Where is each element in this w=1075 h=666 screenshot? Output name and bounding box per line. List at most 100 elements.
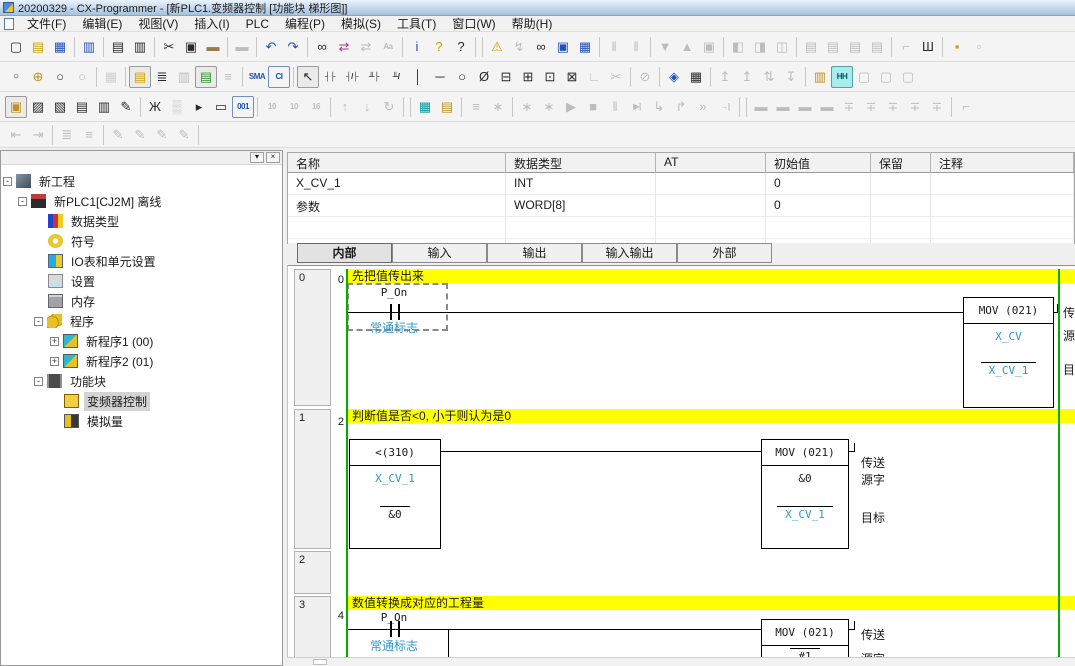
tree-item-symbols[interactable]: 符号 xyxy=(1,231,282,251)
undo-icon[interactable]: ↶ xyxy=(260,36,282,58)
print-icon[interactable]: ▤ xyxy=(107,36,129,58)
or-contact-no-icon[interactable]: ╨├ xyxy=(363,66,385,88)
menu-view[interactable]: 视图(V) xyxy=(130,15,186,32)
ci-icon[interactable]: CI xyxy=(268,66,290,88)
tree-expander[interactable]: - xyxy=(34,377,43,386)
menu-plc[interactable]: PLC xyxy=(238,17,277,31)
symbols-window-icon[interactable]: ▤ xyxy=(129,66,151,88)
find-report-icon[interactable]: ▥ xyxy=(78,36,100,58)
cut-icon[interactable]: ✂ xyxy=(158,36,180,58)
print-preview-icon[interactable]: ▥ xyxy=(129,36,151,58)
tab-internal[interactable]: 内部 xyxy=(297,243,392,263)
menu-program[interactable]: 编程(P) xyxy=(277,15,333,32)
tree-item-function-blocks[interactable]: - 功能块 xyxy=(1,371,282,391)
time-chart-icon[interactable]: Ш xyxy=(917,36,939,58)
tab-output[interactable]: 输出 xyxy=(487,243,582,263)
save-icon[interactable]: ▦ xyxy=(49,36,71,58)
variable-row[interactable]: X_CV_1 INT 0 xyxy=(288,173,1074,195)
memory-win-icon[interactable]: ▥ xyxy=(93,96,115,118)
monitor-warn-icon[interactable]: ∞ xyxy=(530,36,552,58)
binary-display-icon[interactable]: 001 xyxy=(232,96,254,118)
column-header[interactable]: 保留 xyxy=(871,153,931,173)
rung-dialog-icon[interactable]: ▭ xyxy=(210,96,232,118)
or-contact-nc-icon[interactable]: ╨/ xyxy=(385,66,407,88)
operand-2[interactable]: &0 xyxy=(350,506,440,521)
contact-p-on-rung3[interactable]: P_On xyxy=(358,611,430,624)
redo-icon[interactable]: ↷ xyxy=(282,36,304,58)
ladder-editor[interactable]: 0 1 2 3 0 2 4 先把值传出来 判断值是否<0, 小于则认为是0 数值… xyxy=(287,265,1075,657)
set-value-icon[interactable]: ▦ xyxy=(414,96,436,118)
cell-initial-value[interactable]: 0 xyxy=(766,195,871,217)
menu-help[interactable]: 帮助(H) xyxy=(504,15,561,32)
zoom-100-icon[interactable]: ○ xyxy=(49,66,71,88)
cell-retain[interactable] xyxy=(871,195,931,217)
tree-item-inverter-control[interactable]: 变频器控制 xyxy=(1,391,282,411)
context-help-icon[interactable]: ? xyxy=(450,36,472,58)
monitor-flag-icon[interactable]: ▸ xyxy=(188,96,210,118)
cell-comment[interactable] xyxy=(931,173,1074,195)
watch-hh-icon[interactable]: HH xyxy=(831,66,853,88)
panel-close-button[interactable]: × xyxy=(266,152,280,163)
cell-initial-value[interactable]: 0 xyxy=(766,173,871,195)
operand-source[interactable]: &0 xyxy=(762,472,848,485)
copy-icon[interactable]: ▣ xyxy=(180,36,202,58)
rung-1-margin[interactable]: 1 xyxy=(294,409,331,549)
operand-source[interactable]: X_CV xyxy=(964,330,1053,343)
menu-insert[interactable]: 插入(I) xyxy=(186,15,237,32)
column-header[interactable]: AT xyxy=(656,153,766,173)
tree-item-data-types[interactable]: 数据类型 xyxy=(1,211,282,231)
tree-expander[interactable]: + xyxy=(50,357,59,366)
tree-expander[interactable]: + xyxy=(50,337,59,346)
mov-block-rung0[interactable]: MOV (021) X_CV X_CV_1 xyxy=(963,297,1054,408)
menu-simulation[interactable]: 模拟(S) xyxy=(333,15,389,32)
instruction2-tool-icon[interactable]: ⊞ xyxy=(517,66,539,88)
menu-file[interactable]: 文件(F) xyxy=(19,15,74,32)
output-window-icon[interactable]: ≣ xyxy=(151,66,173,88)
coil-tool-icon[interactable]: ○ xyxy=(451,66,473,88)
contact-p-on-rung0[interactable]: P_On xyxy=(358,286,430,299)
workspace-icon[interactable]: ▣ xyxy=(5,96,27,118)
cell-data-type[interactable]: INT xyxy=(506,173,656,195)
column-header[interactable]: 注释 xyxy=(931,153,1074,173)
rung-3-comment[interactable]: 数值转换成对应的工程量 xyxy=(347,596,1075,610)
crossref-win-icon[interactable]: ▤ xyxy=(71,96,93,118)
rung-1-comment[interactable]: 判断值是否<0, 小于则认为是0 xyxy=(347,409,1075,423)
rung-0-margin[interactable]: 0 xyxy=(294,269,331,406)
tree-item-settings[interactable]: 设置 xyxy=(1,271,282,291)
tab-input-output[interactable]: 输入输出 xyxy=(582,243,677,263)
help-icon[interactable]: ? xyxy=(428,36,450,58)
tab-external[interactable]: 外部 xyxy=(677,243,772,263)
horizontal-tool-icon[interactable]: ─ xyxy=(429,66,451,88)
cell-retain[interactable] xyxy=(871,173,931,195)
fb-parameter-icon[interactable]: ⊠ xyxy=(561,66,583,88)
work-online-icon[interactable]: ⚠ xyxy=(486,36,508,58)
tree-item-io-table[interactable]: IO表和单元设置 xyxy=(1,251,282,271)
tree-item-program2[interactable]: + 新程序2 (01) xyxy=(1,351,282,371)
rung-3-margin[interactable]: 3 xyxy=(294,596,331,657)
table-empty-row[interactable] xyxy=(288,217,1074,239)
coil-nc-tool-icon[interactable]: Ø xyxy=(473,66,495,88)
grid-icon[interactable]: ▦ xyxy=(100,66,122,88)
tree-expander[interactable]: - xyxy=(34,317,43,326)
tree-item-project[interactable]: - 新工程 xyxy=(1,171,282,191)
sma-icon[interactable]: SMA xyxy=(246,66,268,88)
rung-0-comment[interactable]: 先把值传出来 xyxy=(347,269,1075,283)
fb-invocation-icon[interactable]: ⊡ xyxy=(539,66,561,88)
properties-icon[interactable]: ✎ xyxy=(115,96,137,118)
address-reference-icon[interactable]: ▥ xyxy=(809,66,831,88)
vertical-tool-icon[interactable]: │ xyxy=(407,66,429,88)
operand-destination[interactable]: X_CV_1 xyxy=(762,506,848,521)
menu-edit[interactable]: 编辑(E) xyxy=(74,15,130,32)
contact-no-icon[interactable]: ┤├ xyxy=(319,66,341,88)
find-replace-icon[interactable]: ⇄ xyxy=(333,36,355,58)
operand-destination[interactable]: X_CV_1 xyxy=(964,362,1053,377)
info-icon[interactable]: i xyxy=(406,36,428,58)
menu-window[interactable]: 窗口(W) xyxy=(444,15,503,32)
menu-tools[interactable]: 工具(T) xyxy=(389,15,444,32)
find-icon[interactable]: ∞ xyxy=(311,36,333,58)
cell-at[interactable] xyxy=(656,195,766,217)
cell-at[interactable] xyxy=(656,173,766,195)
cell-name[interactable]: 参数 xyxy=(288,195,506,217)
column-header[interactable]: 数据类型 xyxy=(506,153,656,173)
column-header[interactable]: 初始值 xyxy=(766,153,871,173)
